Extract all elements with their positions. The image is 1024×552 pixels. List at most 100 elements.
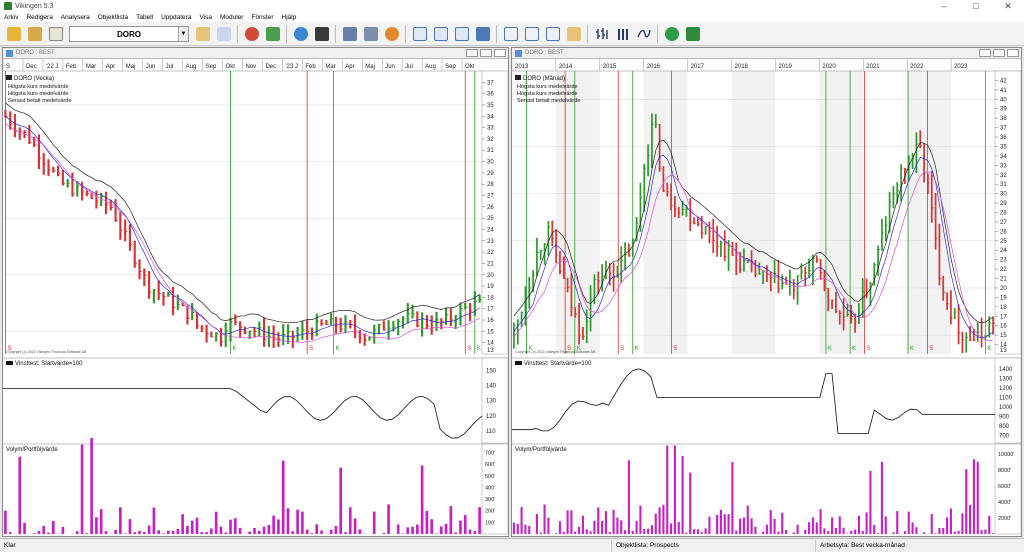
monthly-chart-canvas[interactable]: 2013 2014 2015 2016 2017 2018 2019 2020 2021 2022… <box>512 59 1021 536</box>
signal-marker: K <box>852 346 856 352</box>
report-icon <box>195 26 210 41</box>
chart-window-icon <box>515 49 522 57</box>
menu-uppdatera[interactable]: Uppdatera <box>157 14 195 21</box>
menu-visa[interactable]: Visa <box>195 14 216 21</box>
toolbar-separator <box>286 24 287 43</box>
profit-axis-label: 110 <box>486 429 496 435</box>
time-label: Apr <box>106 64 115 70</box>
volume-panel-title: Volym/Portföljvärde <box>6 447 58 453</box>
palette-button[interactable] <box>382 24 401 43</box>
close-button[interactable]: ✕ <box>992 0 1024 12</box>
menu-tabell[interactable]: Tabell <box>132 14 157 21</box>
notes-button[interactable] <box>46 24 65 43</box>
report-button[interactable] <box>193 24 212 43</box>
signal-marker: K <box>336 346 340 352</box>
menu-objektlista[interactable]: Objektlista <box>94 14 132 21</box>
time-label: 2015 <box>603 64 617 70</box>
camera-button[interactable] <box>312 24 331 43</box>
filter-button[interactable] <box>242 24 261 43</box>
volume-axis-label: 400' <box>485 485 495 491</box>
chart-window-weekly[interactable]: DORO : BEST S Dec '22 J Feb Mar Apr Maj Jun Jul A… <box>2 47 509 537</box>
edit-button[interactable] <box>564 24 583 43</box>
price-axis-label: 34 <box>487 114 494 120</box>
price-axis-label: 26 <box>1000 229 1007 235</box>
line-chart-button[interactable] <box>634 24 653 43</box>
signal-marker: S <box>867 346 871 352</box>
time-label: Jun <box>146 64 156 70</box>
menu-arkiv[interactable]: Arkiv <box>0 14 22 21</box>
signal-button[interactable] <box>263 24 282 43</box>
volume-axis-label: 700' <box>485 450 495 456</box>
status-text: Klar <box>0 539 612 552</box>
period-label: DORO (Vecka) <box>14 76 54 82</box>
time-label: Aug <box>186 64 197 70</box>
time-label: 2023 <box>954 64 968 70</box>
print-button[interactable] <box>361 24 380 43</box>
refresh-globe-icon <box>293 26 308 41</box>
window-close-button[interactable] <box>1007 49 1019 57</box>
maximize-button[interactable]: □ <box>960 0 992 12</box>
time-label: 2016 <box>647 64 661 70</box>
window-restore-button[interactable] <box>993 49 1005 57</box>
signal-marker: S <box>673 346 677 352</box>
legend-entry: Högsta kurs medelvärde <box>8 84 69 90</box>
price-axis-label: 20 <box>1000 286 1007 292</box>
price-axis-label: 30 <box>487 160 494 166</box>
time-label: Dec <box>26 64 37 70</box>
menu-redigera[interactable]: Redigera <box>22 14 56 21</box>
time-label: 2013 <box>515 64 529 70</box>
calendar-button[interactable] <box>543 24 562 43</box>
window-minimize-button[interactable] <box>979 49 991 57</box>
volume-axis-label: 200' <box>485 509 495 515</box>
columns-button[interactable] <box>613 24 632 43</box>
internet-button[interactable] <box>662 24 681 43</box>
window-minimize-button[interactable] <box>466 49 478 57</box>
columns-icon <box>617 28 628 40</box>
time-label: Apr <box>345 64 354 70</box>
legend-entry: Högsta kurs medelvärde <box>517 91 578 97</box>
legend-entry: Högsta kurs medelvärde <box>517 84 578 90</box>
price-axis-label: 36 <box>487 92 494 98</box>
open-list-button[interactable] <box>25 24 44 43</box>
chart-view-2-button[interactable] <box>431 24 450 43</box>
menu-moduler[interactable]: Moduler <box>216 14 247 21</box>
menu-analysera[interactable]: Analysera <box>57 14 94 21</box>
open-folder-button[interactable] <box>4 24 23 43</box>
list-button[interactable] <box>522 24 541 43</box>
volume-axis-label: 8000' <box>998 468 1011 474</box>
menu-hjalp[interactable]: Hjälp <box>278 14 301 21</box>
time-label: Nov <box>246 64 257 70</box>
window-restore-button[interactable] <box>480 49 492 57</box>
volume-axis-label: 500' <box>485 474 495 480</box>
chart-window-monthly[interactable]: DORO : BEST 2013 2014 2015 2016 2017 2018 2019… <box>511 47 1022 537</box>
symbol-selector[interactable]: DORO ▼ <box>69 25 189 42</box>
menu-fonster[interactable]: Fönster <box>247 14 277 21</box>
window-close-button[interactable] <box>494 49 506 57</box>
bar-chart-button[interactable] <box>592 24 611 43</box>
chart-view-3-button[interactable] <box>452 24 471 43</box>
signal-marker: K <box>635 346 639 352</box>
price-axis-label: 13 <box>1000 348 1007 354</box>
price-axis-label: 17 <box>1000 314 1007 320</box>
profit-axis-label: 130 <box>486 399 497 405</box>
update-button[interactable] <box>291 24 310 43</box>
table-button[interactable] <box>501 24 520 43</box>
minimize-button[interactable]: – <box>928 0 960 12</box>
price-axis-label: 32 <box>1000 173 1007 179</box>
price-axis-label: 24 <box>1000 248 1007 254</box>
price-axis-label: 16 <box>1000 324 1007 330</box>
time-label: Jul <box>405 64 413 70</box>
price-axis-label: 21 <box>487 261 494 267</box>
document-button[interactable] <box>214 24 233 43</box>
chart-view-1-button[interactable] <box>410 24 429 43</box>
download-button[interactable] <box>683 24 702 43</box>
toolbar-separator <box>237 24 238 43</box>
time-label: Sep <box>206 64 217 70</box>
price-axis-label: 41 <box>1000 88 1007 94</box>
volume-axis-label: 600' <box>485 462 495 468</box>
tile-button[interactable] <box>473 24 492 43</box>
profit-axis-label: 1200 <box>999 386 1013 392</box>
print-preview-button[interactable] <box>340 24 359 43</box>
weekly-chart-canvas[interactable]: S Dec '22 J Feb Mar Apr Maj Jun Jul Aug Sep Okt Nov D… <box>3 59 508 536</box>
price-axis-label: 23 <box>487 239 494 245</box>
